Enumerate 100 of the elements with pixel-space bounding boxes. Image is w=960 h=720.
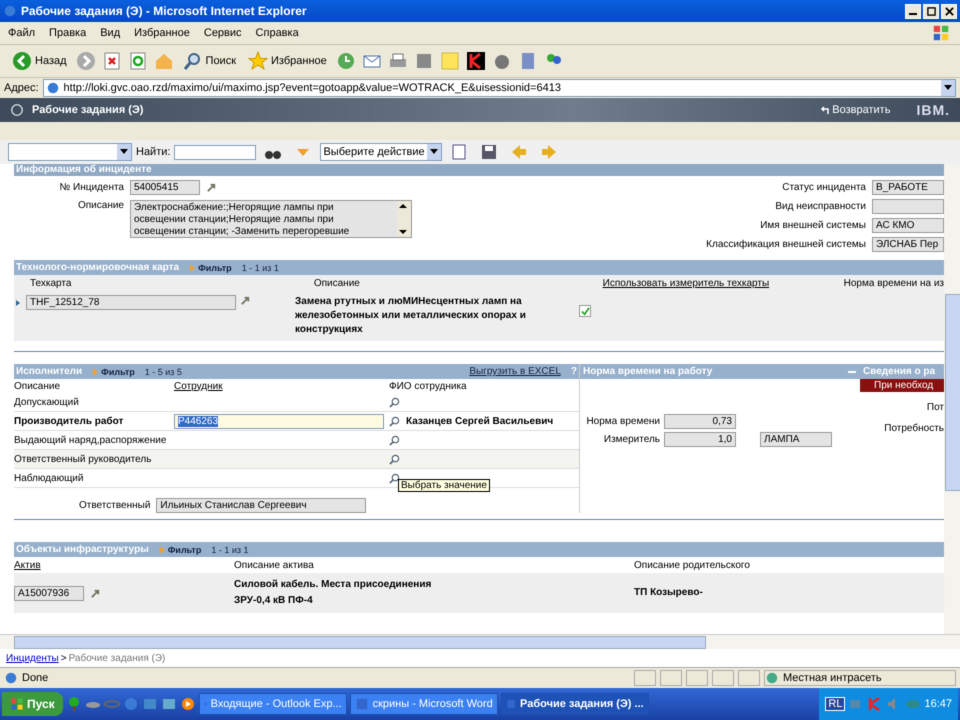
windows-logo-icon [10,697,24,711]
taskbar-button[interactable]: Входящие - Outlook Exp... [198,693,347,715]
menu-item[interactable]: Вид [100,27,120,39]
checkbox[interactable] [579,305,591,317]
section-title: Технолого-нормировочная карта [16,262,180,273]
section-title: Объекты инфраструктуры [16,544,149,555]
media-player-icon[interactable] [180,696,196,712]
table-cell-text: Замена ртутных и люМИНесцентных ламп на железобетонных или металлических опорах и конструкциях [295,295,527,337]
scroll-up-icon[interactable] [397,201,409,211]
export-link[interactable]: Выгрузить в EXCEL [469,366,561,377]
incident-number-field[interactable]: 54005415 [130,180,200,195]
antivirus-icon[interactable] [466,51,486,71]
vertical-scrollbar[interactable] [944,164,960,634]
go-to-icon[interactable] [206,182,217,193]
text-field[interactable] [872,199,944,214]
filter-link[interactable]: Фильтр [101,366,135,376]
filter-link[interactable]: Фильтр [198,262,232,272]
search-icon[interactable] [389,472,400,484]
return-link[interactable]: Возвратить [832,104,890,116]
column-header[interactable]: Сотрудник [174,380,389,392]
horizontal-scrollbar[interactable] [0,634,960,649]
pager-text: 1 - 1 из 1 [242,262,279,272]
address-label: Адрес: [4,82,39,94]
table-cell-text: Выдающий наряд,распоряжение [14,434,168,446]
action-button[interactable]: При необход [860,379,944,392]
back-button[interactable]: Назад [6,51,73,71]
column-header: Описание актива [234,560,315,570]
network-icon [765,671,779,685]
action-select[interactable]: Выберите действие [320,143,442,161]
search-button[interactable]: Поиск [176,51,242,71]
browser-icon[interactable] [122,696,139,712]
dropdown-arrow-icon[interactable] [120,149,128,155]
menu-item[interactable]: Справка [256,27,299,39]
dropdown-arrow-icon[interactable] [430,149,438,155]
techcard-field[interactable]: ТНF_12512_78 [26,295,236,310]
forward-icon[interactable] [76,51,96,71]
return-arrow-icon[interactable] [820,105,830,115]
table-cell-text: Казанцев Сергей Васильевич [406,416,554,426]
close-icon [944,6,954,16]
mail-icon[interactable] [142,696,158,712]
menu-item[interactable]: Избранное [134,27,190,39]
breadcrumb-separator: > [60,652,67,664]
go-to-icon[interactable] [90,588,101,598]
field-label: Потребность [884,423,944,434]
menu-item[interactable]: Сервис [204,27,242,39]
column-header: Техкарта [29,278,72,288]
maximize-button[interactable] [923,4,939,18]
column-header: Описание [14,380,62,392]
taskbar-button[interactable]: Рабочие задания (Э) ... [500,693,649,715]
start-button[interactable]: Пуск [2,692,63,716]
window-icon [354,697,369,711]
breadcrumb-link[interactable]: Инциденты [6,652,59,664]
menu-item[interactable]: Файл [8,27,36,39]
responsible-field[interactable]: Ильиных Станислав Сергеевич [156,498,366,513]
go-to-icon[interactable] [240,295,251,306]
dropdown-arrow-icon[interactable] [944,85,952,91]
text-field[interactable]: АС КМО [872,218,944,233]
scroll-down-icon[interactable] [397,227,409,237]
stop-icon[interactable] [102,51,122,71]
asset-field[interactable]: A15007936 [14,586,84,600]
menu-item[interactable]: Правка [49,27,86,39]
employee-field[interactable]: P446263 [174,414,384,428]
field-label: Норма времени [585,416,660,427]
history-icon[interactable] [336,51,356,71]
column-header[interactable]: Использовать измеритель техкарты [602,278,844,288]
text-field[interactable]: 0,73 [664,414,736,429]
panel-title: Сведения о ра [863,366,936,377]
panel-title: Норма времени на работу [583,366,712,377]
text-field[interactable]: ЭЛСНАБ Пер [872,237,944,252]
taskbar-button[interactable]: скрины - Microsoft Word [350,693,498,715]
text-field[interactable]: В_РАБОТЕ [872,180,944,195]
unit-field[interactable]: ЛАМПА [760,432,832,447]
window-title: Рабочие задания (Э) - Microsoft Internet Explorer [21,4,307,18]
tooltip: Выбрать значение [398,479,490,492]
favorites-button[interactable]: Избранное [242,51,333,71]
field-label: Ответственный [79,500,150,511]
expand-icon[interactable] [14,299,22,307]
field-label: Классификация внешней системы [706,239,866,250]
find-label: Найти: [136,146,170,158]
refresh-icon[interactable] [128,51,148,71]
column-header: Норма времени на из [844,278,944,288]
field-label: Измеритель [602,434,660,445]
column-header: Описание родительского [634,560,751,570]
description-field[interactable]: Электроснабжение:;Негорящие лампы при освещении станции;Негорящие лампы при освещении станции; -Заменить перегоревшие [130,200,412,238]
status-panel [634,670,656,686]
status-panel [738,670,760,686]
app-logo-icon [10,103,24,117]
find-field[interactable] [174,144,256,160]
text-field[interactable]: 1,0 [664,432,736,447]
filter-link[interactable]: Фильтр [168,544,202,554]
column-header[interactable]: Актив [14,560,234,570]
maximize-icon [926,6,936,16]
close-button[interactable] [941,4,957,18]
minimize-button[interactable] [905,4,921,18]
search-icon [182,51,203,71]
language-indicator[interactable]: RL [825,697,846,711]
field-label: Статус инцидента [782,182,866,193]
zone-text: Местная интрасеть [783,672,882,684]
clock: 16:47 [924,698,952,710]
address-field[interactable]: http://loki.gvc.oao.rzd/maximo/ui/maximo.jsp?event=gotoapp&value=WOTRACK_E&uisessionid=6413 [42,79,956,97]
